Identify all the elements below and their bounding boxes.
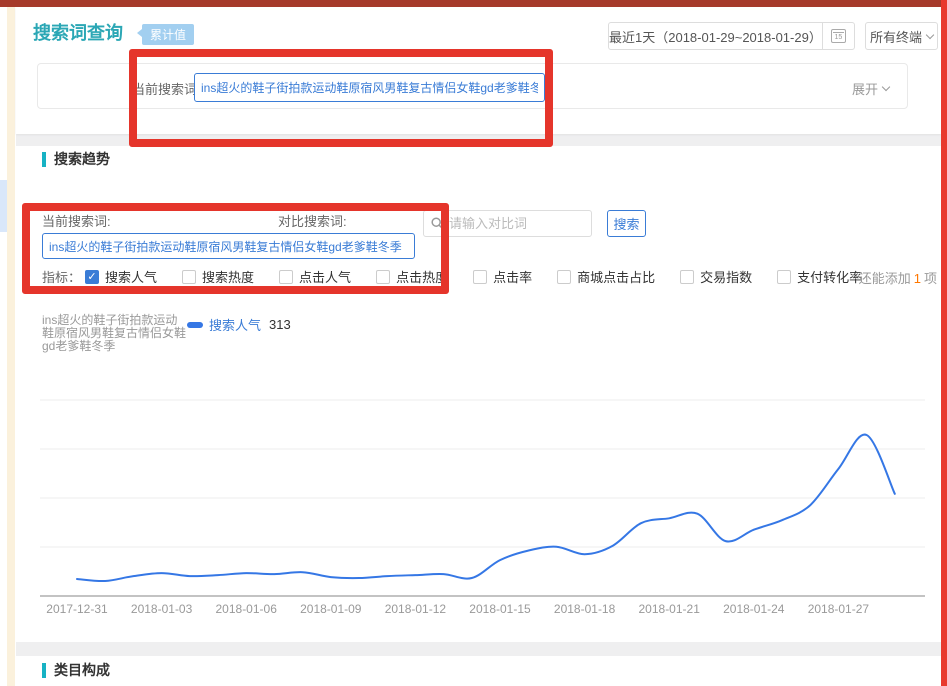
trend-section-header: 搜索趋势 bbox=[42, 149, 110, 169]
calendar-button[interactable]: 15 bbox=[822, 23, 854, 49]
metrics-label: 指标： bbox=[42, 267, 81, 286]
series-name: 搜索人气 bbox=[209, 315, 261, 334]
left-blue-patch bbox=[0, 180, 7, 232]
trend-section-title: 搜索趋势 bbox=[54, 149, 110, 169]
x-axis-tick: 2018-01-21 bbox=[638, 602, 699, 616]
section-bar-icon bbox=[42, 663, 46, 678]
expand-label: 展开 bbox=[852, 79, 878, 98]
checkbox-icon[interactable] bbox=[376, 270, 390, 284]
series-value: 313 bbox=[269, 317, 291, 332]
metric-label: 交易指数 bbox=[700, 267, 752, 286]
category-section-header: 类目构成 bbox=[42, 660, 110, 680]
metric-label: 点击热度 bbox=[396, 267, 448, 286]
metric-checkbox-0[interactable]: ✓ 搜索人气 bbox=[85, 267, 157, 286]
expand-button[interactable]: 展开 bbox=[852, 79, 889, 98]
add-more-count: 1 bbox=[914, 271, 921, 286]
metric-checkbox-2[interactable]: 点击人气 bbox=[279, 267, 351, 286]
cumulative-badge: 累计值 bbox=[142, 24, 194, 45]
x-axis-tick: 2018-01-09 bbox=[300, 602, 361, 616]
trend-line-chart[interactable] bbox=[40, 346, 925, 598]
current-term-input[interactable] bbox=[194, 73, 545, 102]
metric-label: 支付转化率 bbox=[797, 267, 862, 286]
terminal-selector-label: 所有终端 bbox=[870, 27, 922, 46]
checkbox-icon[interactable] bbox=[557, 270, 571, 284]
x-axis-tick: 2018-01-18 bbox=[554, 602, 615, 616]
metric-label: 点击人气 bbox=[299, 267, 351, 286]
metric-label: 搜索热度 bbox=[202, 267, 254, 286]
x-axis-tick: 2018-01-24 bbox=[723, 602, 784, 616]
metric-checkbox-4[interactable]: 点击率 bbox=[473, 267, 532, 286]
left-beige-strip bbox=[7, 0, 15, 686]
legend-series[interactable]: 搜索人气 313 bbox=[187, 315, 291, 334]
x-axis-tick: 2018-01-06 bbox=[215, 602, 276, 616]
current-term-panel: 当前搜索词： 展开 bbox=[37, 63, 908, 109]
checkbox-icon[interactable] bbox=[279, 270, 293, 284]
search-trend-card: 搜索趋势 当前搜索词: 对比搜索词: 搜索 指标： ✓ 搜索人气 搜索热度 点击人气 点… bbox=[16, 146, 941, 642]
metric-checkbox-7[interactable]: 支付转化率 bbox=[777, 267, 862, 286]
search-button[interactable]: 搜索 bbox=[607, 210, 646, 237]
chevron-down-icon bbox=[882, 83, 890, 91]
search-icon bbox=[431, 217, 444, 230]
category-section-title: 类目构成 bbox=[54, 660, 110, 680]
metric-label: 搜索人气 bbox=[105, 267, 157, 286]
checkbox-icon[interactable] bbox=[182, 270, 196, 284]
add-more-hint: 还能添加1项 bbox=[859, 268, 937, 287]
category-card: 类目构成 bbox=[16, 656, 941, 686]
header-card: 搜索词查询 累计值 最近1天（2018-01-29~2018-01-29） 15… bbox=[16, 7, 941, 134]
x-axis-tick: 2018-01-27 bbox=[808, 602, 869, 616]
chevron-down-icon bbox=[926, 30, 934, 38]
metrics-row: 指标： ✓ 搜索人气 搜索热度 点击人气 点击热度 点击率 商城点击占比 交易指数 支付转化率 bbox=[42, 267, 887, 286]
calendar-icon: 15 bbox=[831, 29, 846, 43]
checkbox-icon[interactable] bbox=[473, 270, 487, 284]
x-axis-tick: 2017-12-31 bbox=[46, 602, 107, 616]
x-axis-tick: 2018-01-12 bbox=[385, 602, 446, 616]
checkbox-icon[interactable] bbox=[680, 270, 694, 284]
date-range-picker[interactable]: 最近1天（2018-01-29~2018-01-29） 15 bbox=[608, 22, 855, 50]
metric-label: 商城点击占比 bbox=[577, 267, 655, 286]
metric-checkbox-6[interactable]: 交易指数 bbox=[680, 267, 752, 286]
trend-current-term-label: 当前搜索词: bbox=[42, 211, 111, 230]
metric-label: 点击率 bbox=[493, 267, 532, 286]
series-line bbox=[77, 435, 895, 582]
compare-term-input[interactable] bbox=[449, 216, 584, 231]
series-line-icon bbox=[187, 322, 203, 328]
trend-current-term-input[interactable] bbox=[42, 233, 415, 259]
right-red-edge bbox=[941, 0, 947, 686]
x-axis: 2017-12-31 2018-01-03 2018-01-06 2018-01-09… bbox=[40, 602, 925, 618]
metric-checkbox-5[interactable]: 商城点击占比 bbox=[557, 267, 655, 286]
section-bar-icon bbox=[42, 152, 46, 167]
compare-term-label: 对比搜索词: bbox=[278, 211, 347, 230]
metric-checkbox-1[interactable]: 搜索热度 bbox=[182, 267, 254, 286]
top-red-edge bbox=[0, 0, 947, 7]
page-title: 搜索词查询 bbox=[33, 19, 123, 45]
x-axis-tick: 2018-01-15 bbox=[469, 602, 530, 616]
metric-checkbox-3[interactable]: 点击热度 bbox=[376, 267, 448, 286]
checkbox-checked-icon[interactable]: ✓ bbox=[85, 270, 99, 284]
line-chart-svg bbox=[40, 346, 925, 598]
x-axis-tick: 2018-01-03 bbox=[131, 602, 192, 616]
compare-term-box bbox=[423, 210, 592, 237]
terminal-selector[interactable]: 所有终端 bbox=[865, 22, 938, 50]
checkbox-icon[interactable] bbox=[777, 270, 791, 284]
date-range-text: 最近1天（2018-01-29~2018-01-29） bbox=[609, 27, 822, 46]
